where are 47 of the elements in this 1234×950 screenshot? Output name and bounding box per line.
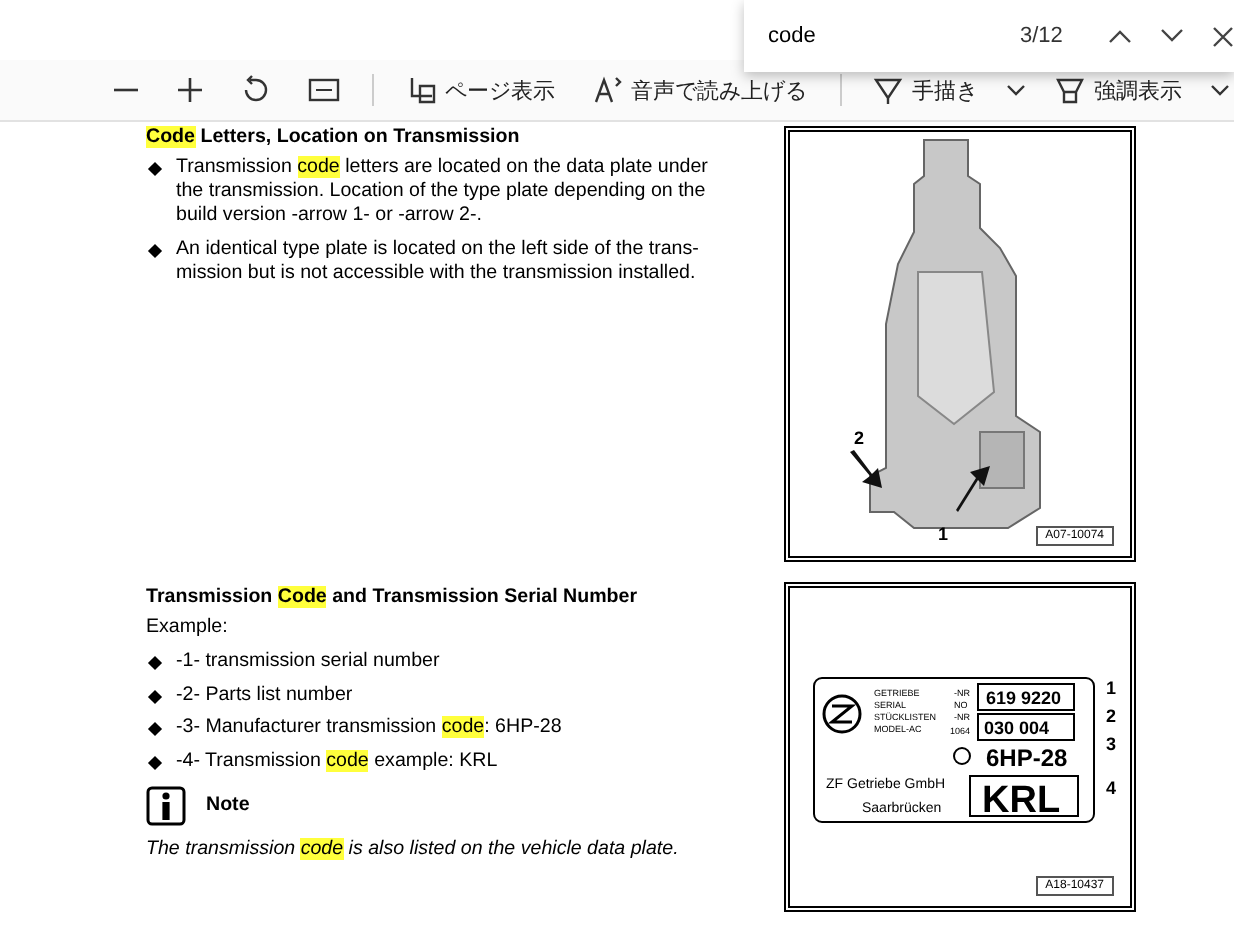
plus-icon	[176, 76, 204, 104]
bullet-text: -4- Transmission code example: KRL	[176, 750, 498, 774]
bullet-icon	[147, 688, 163, 704]
page-view-button[interactable]: ページ表示	[393, 68, 567, 112]
close-icon	[1212, 25, 1234, 47]
note-text: The transmission code is also listed on the vehicle data plate.	[146, 837, 681, 860]
transmission-code-field: KRL	[969, 774, 1079, 821]
bullet-icon	[147, 244, 163, 259]
callout-number: 3	[1106, 733, 1117, 753]
bullet-text: Transmission code letters are located on the data plate under the transmission. Location of the type plate depending on the build version -arrow 1- or -arrow 2-.	[176, 156, 710, 227]
highlighter-icon	[1054, 74, 1086, 106]
bullet-icon	[147, 655, 163, 670]
circle-mark-icon	[953, 746, 971, 764]
bullet-icon	[147, 161, 163, 177]
callout-number: 1	[1106, 677, 1117, 697]
bullet-text: -2- Parts list number	[176, 683, 353, 707]
callout-number: 2	[1106, 705, 1117, 725]
letter-a-icon	[591, 74, 623, 106]
bullet-text: -3- Manufacturer transmission code: 6HP-28	[176, 716, 562, 740]
up-caret-icon	[1108, 28, 1133, 44]
callout-number: 2	[854, 428, 865, 448]
section-heading: Transmission Code and Transmission Serial Number	[146, 585, 640, 608]
callout-number: 4	[1106, 777, 1117, 797]
fit-page-icon	[308, 76, 340, 104]
caret-icon	[1210, 82, 1230, 98]
pen-icon	[872, 74, 904, 106]
caret-icon	[1006, 82, 1026, 98]
example-label: Example:	[146, 615, 230, 638]
section-heading: Code Letters, Location on Transmission	[146, 126, 522, 148]
down-caret-icon	[1160, 28, 1185, 44]
bullet-icon	[147, 722, 163, 737]
bullet-icon	[147, 755, 163, 771]
note-title: Note	[206, 794, 250, 817]
bullet-text: -1- transmission serial number	[176, 649, 440, 673]
bullet-text: An identical type plate is located on the left side of the trans-mission but is not accessible with the transmission installed.	[176, 238, 701, 286]
info-icon	[146, 785, 186, 826]
serial-number-field: 619 9220	[977, 682, 1075, 710]
draw-button[interactable]: 手描き	[860, 68, 990, 112]
highlight-button[interactable]: 強調表示	[1042, 68, 1194, 112]
rotate-icon	[240, 74, 272, 106]
read-aloud-button[interactable]: 音声で読み上げる	[579, 68, 819, 112]
match-count: 3/12	[1020, 24, 1063, 48]
zf-logo-icon	[822, 693, 862, 733]
model-code: 6HP-28	[986, 743, 1068, 771]
callout-number: 1	[938, 524, 949, 544]
parts-number-field: 030 004	[977, 712, 1075, 740]
page-view-icon	[405, 74, 437, 106]
